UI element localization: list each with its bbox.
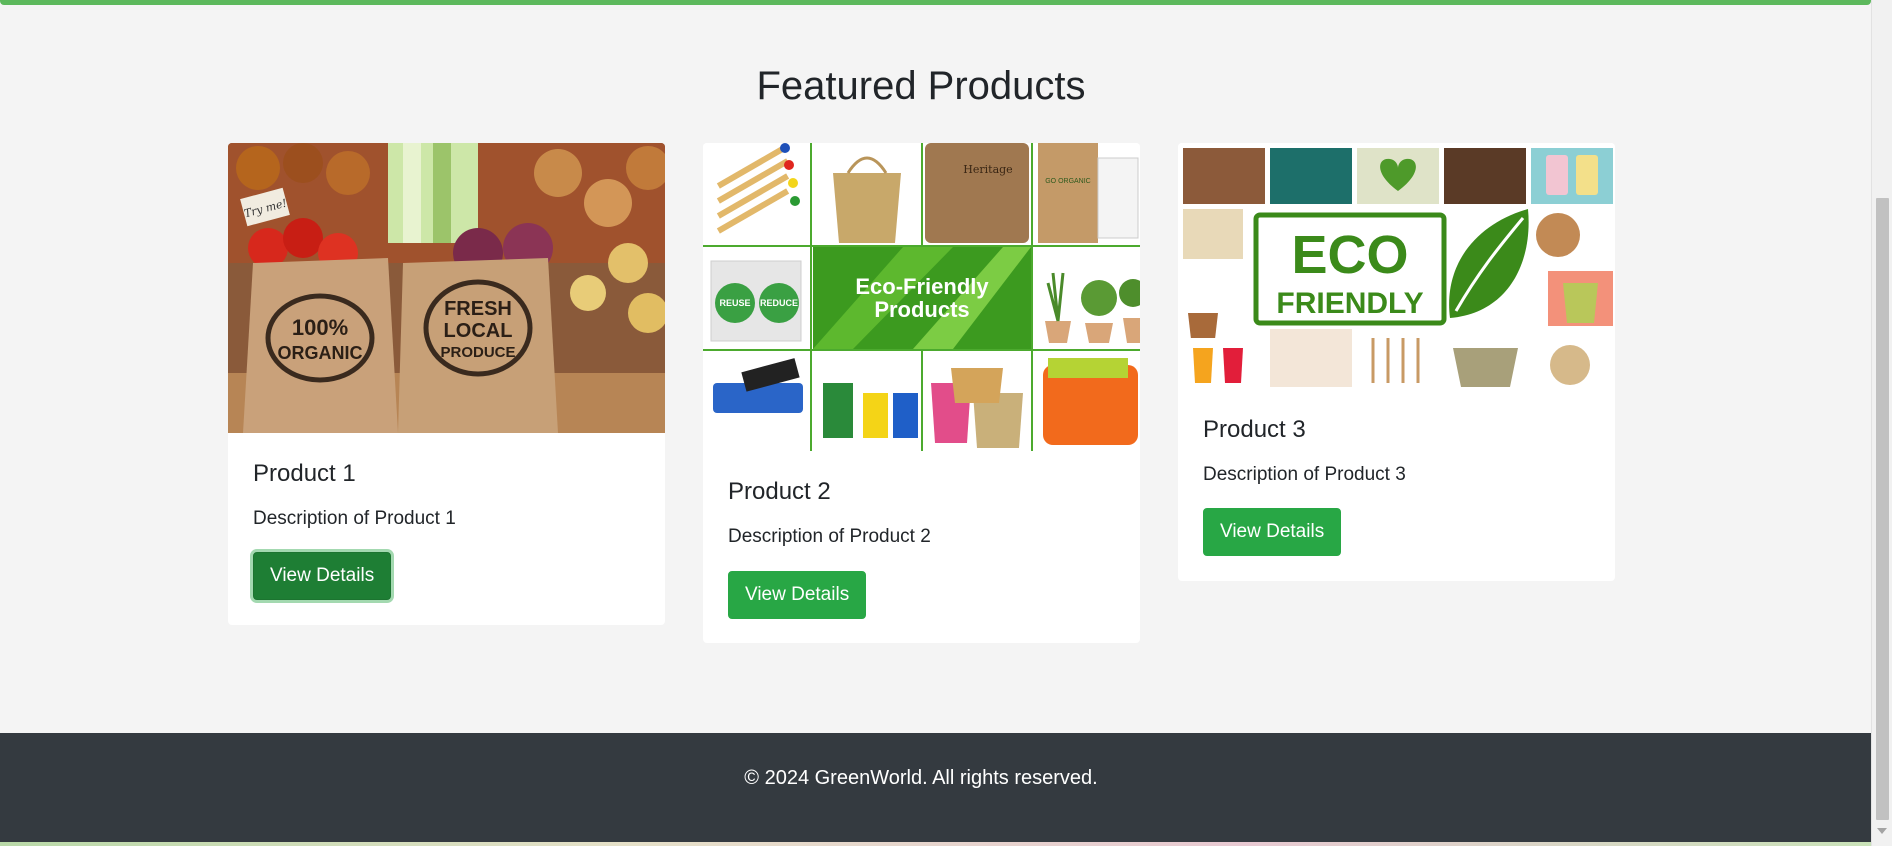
product-card-1: 100% ORGANIC FRESH LOCAL PRODUCE Try me!…: [228, 143, 665, 625]
product-1-view-details-button[interactable]: View Details: [253, 552, 392, 600]
product-2-description: Description of Product 2: [728, 526, 931, 547]
top-accent-bar: [0, 0, 1871, 5]
section-title: Featured Products: [756, 64, 1086, 108]
product-card-3: ECO FRIENDLY Product 3 Description of Pr…: [1178, 143, 1615, 581]
svg-text:ORGANIC: ORGANIC: [278, 343, 363, 363]
scrollbar-thumb[interactable]: [1876, 198, 1889, 820]
bottom-decorative-strip: [0, 842, 1871, 846]
svg-text:100%: 100%: [292, 315, 348, 340]
eco-products-collage: Heritage GO ORGANIC REUSE REDUCE Eco-Fri…: [703, 143, 1140, 451]
svg-text:Heritage: Heritage: [963, 163, 1012, 176]
svg-text:REUSE: REUSE: [719, 298, 750, 308]
product-2-view-details-button[interactable]: View Details: [728, 571, 867, 619]
svg-text:GO ORGANIC: GO ORGANIC: [1045, 178, 1091, 185]
product-3-description: Description of Product 3: [1203, 464, 1406, 485]
organic-produce-photo: 100% ORGANIC FRESH LOCAL PRODUCE Try me!: [228, 143, 665, 433]
svg-text:ECO: ECO: [1291, 225, 1408, 285]
product-3-view-details-button[interactable]: View Details: [1203, 508, 1342, 556]
page: Featured Products 100% ORGANIC FRESH LOC…: [0, 0, 1871, 846]
svg-text:Products: Products: [874, 297, 969, 322]
svg-text:FRESH: FRESH: [444, 298, 512, 320]
product-3-title: Product 3: [1203, 416, 1306, 443]
svg-text:FRIENDLY: FRIENDLY: [1276, 287, 1423, 320]
product-2-image: Heritage GO ORGANIC REUSE REDUCE Eco-Fri…: [703, 143, 1140, 451]
svg-text:REDUCE: REDUCE: [760, 298, 798, 308]
product-card-2: Heritage GO ORGANIC REUSE REDUCE Eco-Fri…: [703, 143, 1140, 643]
product-2-title: Product 2: [728, 478, 831, 505]
svg-text:Eco-Friendly: Eco-Friendly: [855, 274, 989, 299]
svg-text:LOCAL: LOCAL: [444, 320, 513, 342]
footer-copyright: © 2024 GreenWorld. All rights reserved.: [744, 767, 1098, 789]
product-3-image: ECO FRIENDLY: [1178, 143, 1615, 389]
product-1-image: 100% ORGANIC FRESH LOCAL PRODUCE Try me!: [228, 143, 665, 433]
product-1-description: Description of Product 1: [253, 508, 456, 529]
vertical-scrollbar[interactable]: [1871, 0, 1892, 846]
svg-text:PRODUCE: PRODUCE: [440, 344, 515, 361]
eco-friendly-stamp-collage: ECO FRIENDLY: [1178, 143, 1615, 389]
product-1-title: Product 1: [253, 460, 356, 487]
footer: © 2024 GreenWorld. All rights reserved.: [0, 733, 1871, 842]
scroll-down-arrow-icon[interactable]: [1877, 828, 1887, 834]
